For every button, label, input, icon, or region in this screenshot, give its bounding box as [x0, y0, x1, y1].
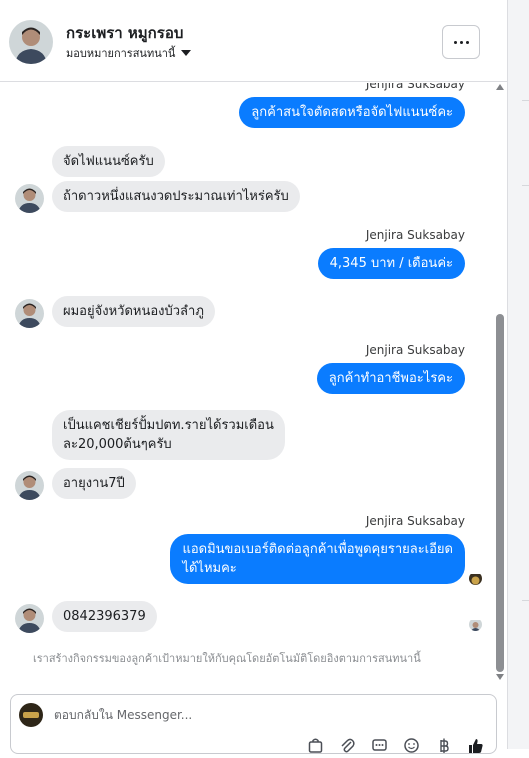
emoji-icon[interactable]: [403, 737, 420, 754]
scrollbar-thumb[interactable]: [496, 314, 504, 672]
auto-activity-notice: เราสร้างกิจกรรมของลูกค้าเป้าหมายให้กับคุ…: [33, 652, 421, 665]
paperclip-icon[interactable]: [339, 737, 356, 754]
thumbs-up-icon[interactable]: [467, 737, 484, 754]
message-bubble-incoming[interactable]: 0842396379: [52, 601, 157, 632]
message-line: ได้ไหมคะ: [182, 561, 237, 576]
chat-bubble-icon[interactable]: [371, 737, 388, 754]
reply-input[interactable]: [54, 708, 454, 722]
divider: [522, 185, 529, 186]
baht-icon[interactable]: [435, 737, 452, 754]
conversation-header: กระเพรา หมูกรอบ มอบหมายการสนทนานี้: [0, 0, 508, 82]
divider: [522, 100, 529, 101]
message-bubble-outgoing[interactable]: แอดมินขอเบอร์ติดต่อลูกค้าเพื่อพูดคุยรายล…: [170, 534, 465, 584]
contact-avatar-small: [15, 604, 44, 633]
assign-conversation-label: มอบหมายการสนทนานี้: [66, 47, 176, 60]
reply-composer: [10, 694, 497, 754]
contact-avatar[interactable]: [9, 20, 53, 64]
page-avatar: [19, 703, 43, 727]
sender-name: Jenjira Suksabay: [365, 514, 465, 528]
bag-icon[interactable]: [307, 737, 324, 754]
right-sidebar-edge: [508, 0, 529, 749]
assign-conversation-dropdown[interactable]: มอบหมายการสนทนานี้: [66, 44, 192, 62]
message-bubble-outgoing[interactable]: 4,345 บาท / เดือนค่ะ: [317, 248, 465, 279]
message-bubble-outgoing[interactable]: ลูกค้าทำอาชีพอะไรคะ: [316, 363, 465, 394]
message-bubble-outgoing[interactable]: ลูกค้าสนใจตัดสดหรือจัดไฟแนนซ์คะ: [239, 97, 465, 128]
message-line: เป็นแคชเชียร์ปั้มปตท.รายได้รวมเดือน: [63, 418, 274, 433]
message-thread[interactable]: Jenjira Suksabay ลูกค้าสนใจตัดสดหรือจัดไ…: [0, 83, 508, 683]
sender-name: Jenjira Suksabay: [365, 228, 465, 242]
contact-avatar-small: [15, 299, 44, 328]
message-bubble-incoming[interactable]: เป็นแคชเชียร์ปั้มปตท.รายได้รวมเดือน ละ20…: [52, 410, 285, 460]
conversation-panel: กระเพรา หมูกรอบ มอบหมายการสนทนานี้ Jenji…: [0, 0, 508, 754]
message-line: แอดมินขอเบอร์ติดต่อลูกค้าเพื่อพูดคุยรายล…: [182, 542, 453, 557]
contact-avatar-small: [15, 471, 44, 500]
message-bubble-incoming[interactable]: จัดไฟแนนซ์ครับ: [52, 146, 165, 177]
contact-name[interactable]: กระเพรา หมูกรอบ: [66, 21, 183, 45]
more-horizontal-icon: [453, 40, 457, 44]
message-bubble-incoming[interactable]: ผมอยู่จังหวัดหนองบัวลำภู: [52, 296, 215, 327]
caret-down-icon: [181, 50, 192, 56]
scroll-up-arrow-icon[interactable]: [496, 84, 504, 90]
message-bubble-incoming[interactable]: ถ้าดาวหนึ่งแสนงวดประมาณเท่าไหร่ครับ: [52, 181, 300, 212]
sender-name: Jenjira Suksabay: [365, 83, 465, 91]
scroll-down-arrow-icon[interactable]: [496, 674, 504, 680]
divider: [522, 600, 529, 601]
message-bubble-incoming[interactable]: อายุงาน7ปี: [52, 468, 136, 499]
sender-name: Jenjira Suksabay: [365, 343, 465, 357]
more-options-button[interactable]: [442, 25, 480, 59]
seen-avatar: [469, 572, 482, 585]
composer-toolbar: [307, 737, 484, 754]
thread-scrollbar[interactable]: [494, 84, 506, 682]
message-line: ละ20,000ต้นๆครับ: [63, 437, 172, 452]
seen-avatar: [469, 618, 482, 631]
contact-avatar-small: [15, 184, 44, 213]
